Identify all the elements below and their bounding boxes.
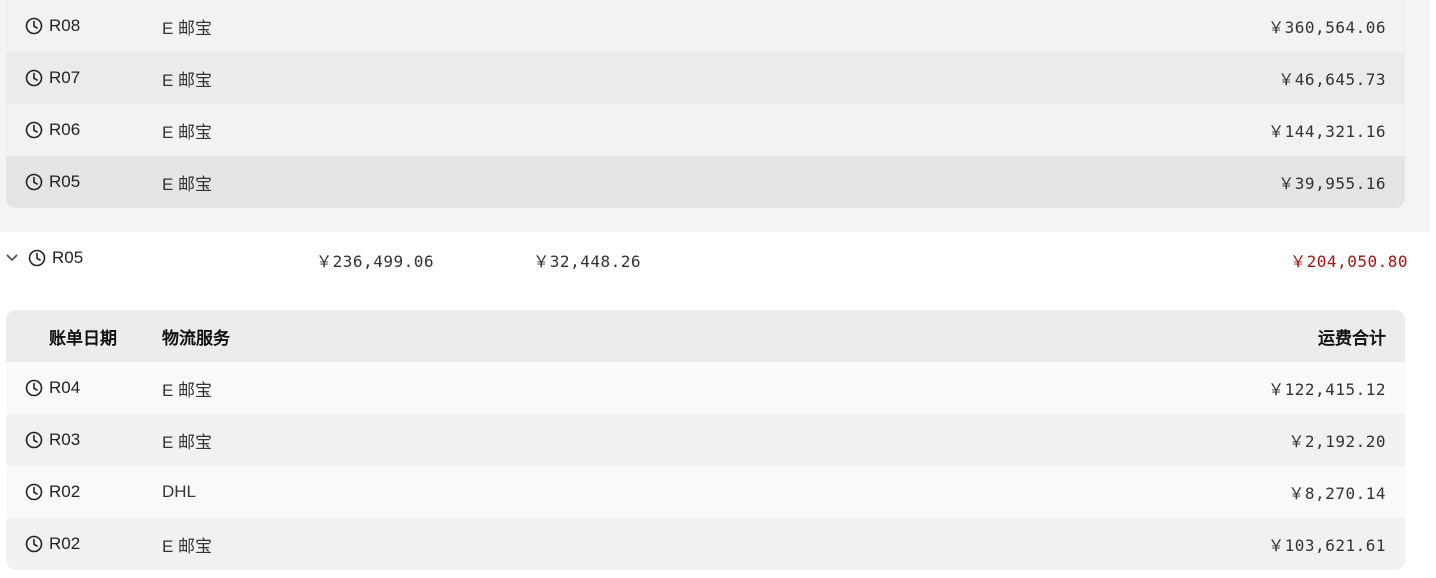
table-row[interactable]: R04 E 邮宝 ￥122,415.12 xyxy=(6,362,1405,414)
freight-cell: ￥2,192.20 xyxy=(1288,432,1386,451)
freight-cell: ￥360,564.06 xyxy=(1268,18,1386,37)
table-row-hovered[interactable]: R05 E 邮宝 ￥39,955.16 xyxy=(6,156,1405,208)
bill-date-text: R02 xyxy=(49,534,81,553)
chevron-down-icon[interactable] xyxy=(5,251,19,265)
clock-icon xyxy=(25,17,43,35)
service-cell: E 邮宝 xyxy=(162,18,213,38)
bill-date-text: R05 xyxy=(49,172,81,191)
bill-date-cell: R07 xyxy=(25,68,80,88)
freight-cell: ￥46,645.73 xyxy=(1278,70,1386,89)
header-service[interactable]: 物流服务 xyxy=(162,324,230,349)
service-cell: E 邮宝 xyxy=(162,122,213,142)
group-label-text: R05 xyxy=(52,248,84,267)
clock-icon xyxy=(25,69,43,87)
header-freight-total[interactable]: 运费合计 xyxy=(1318,324,1386,349)
bill-date-text: R07 xyxy=(49,68,81,87)
table-header: 账单日期 物流服务 运费合计 xyxy=(6,310,1405,362)
header-bill-date[interactable]: 账单日期 xyxy=(49,324,117,349)
clock-icon xyxy=(25,431,43,449)
group-cost-amount: ￥32,448.26 xyxy=(533,252,641,271)
bill-date-cell: R05 xyxy=(25,172,80,192)
service-cell: E 邮宝 xyxy=(162,174,213,194)
service-cell: E 邮宝 xyxy=(162,432,213,452)
clock-icon xyxy=(25,121,43,139)
bill-date-cell: R02 xyxy=(25,534,80,554)
table-row[interactable]: R02 DHL ￥8,270.14 xyxy=(6,466,1405,518)
group-net-amount: ￥204,050.80 xyxy=(1290,252,1408,271)
clock-icon xyxy=(25,535,43,553)
bill-date-cell: R08 xyxy=(25,16,80,36)
bill-date-text: R04 xyxy=(49,378,81,397)
group-label: R05 xyxy=(28,248,83,268)
clock-icon xyxy=(28,249,46,267)
bill-date-text: R08 xyxy=(49,16,81,35)
group-total-amount: ￥236,499.06 xyxy=(316,252,434,271)
table-row[interactable]: R06 E 邮宝 ￥144,321.16 xyxy=(6,104,1405,156)
freight-cell: ￥122,415.12 xyxy=(1268,380,1386,399)
clock-icon xyxy=(25,173,43,191)
clock-icon xyxy=(25,483,43,501)
freight-cell: ￥144,321.16 xyxy=(1268,122,1386,141)
table-row[interactable]: R03 E 邮宝 ￥2,192.20 xyxy=(6,414,1405,466)
bill-date-text: R02 xyxy=(49,482,81,501)
bill-date-cell: R03 xyxy=(25,430,80,450)
bill-date-text: R03 xyxy=(49,430,81,449)
service-cell: E 邮宝 xyxy=(162,70,213,90)
bill-date-cell: R04 xyxy=(25,378,80,398)
bill-date-cell: R06 xyxy=(25,120,80,140)
freight-cell: ￥8,270.14 xyxy=(1288,484,1386,503)
group-detail-table: 账单日期 物流服务 运费合计 R04 E 邮宝 ￥122,415.12 R03 … xyxy=(6,310,1405,570)
freight-cell: ￥39,955.16 xyxy=(1278,174,1386,193)
table-row[interactable]: R08 E 邮宝 ￥360,564.06 xyxy=(6,0,1405,52)
table-row[interactable]: R07 E 邮宝 ￥46,645.73 xyxy=(6,52,1405,104)
service-cell: DHL xyxy=(162,482,197,501)
bill-date-cell: R02 xyxy=(25,482,80,502)
freight-cell: ￥103,621.61 xyxy=(1268,536,1386,555)
group-summary-row[interactable]: R05 ￥236,499.06 ￥32,448.26 ￥204,050.80 xyxy=(0,232,1430,284)
service-cell: E 邮宝 xyxy=(162,536,213,556)
service-cell: E 邮宝 xyxy=(162,380,213,400)
table-row[interactable]: R02 E 邮宝 ￥103,621.61 xyxy=(6,518,1405,570)
clock-icon xyxy=(25,379,43,397)
bill-date-text: R06 xyxy=(49,120,81,139)
previous-group-table: R08 E 邮宝 ￥360,564.06 R07 E 邮宝 ￥46,645.73… xyxy=(6,0,1405,208)
